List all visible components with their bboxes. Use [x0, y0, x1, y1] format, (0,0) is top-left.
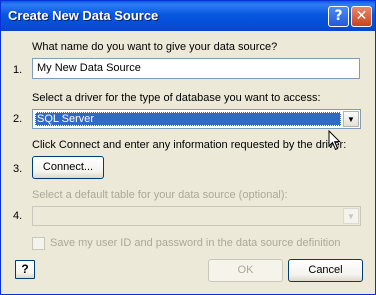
question-mark-icon: ? — [334, 8, 343, 24]
save-credentials-label: Save my user ID and password in the data… — [50, 237, 341, 249]
window-title: Create New Data Source — [8, 8, 159, 23]
default-table-dropdown-arrow[interactable]: ▼ — [343, 208, 359, 224]
chevron-down-icon: ▼ — [347, 115, 355, 124]
title-close-button[interactable]: ✕ — [351, 6, 372, 27]
step-3-number: 3. — [13, 163, 23, 175]
data-source-name-input[interactable]: My New Data Source — [32, 58, 360, 79]
title-bar[interactable]: Create New Data Source ? ✕ — [1, 1, 375, 31]
question-mark-icon: ? — [21, 262, 29, 276]
data-source-name-value: My New Data Source — [37, 62, 141, 74]
close-icon: ✕ — [355, 8, 368, 24]
step-4-number: 4. — [13, 210, 23, 222]
default-table-select[interactable]: ▼ — [32, 206, 361, 226]
help-button[interactable]: ? — [15, 260, 35, 279]
driver-selected-value: SQL Server — [35, 112, 341, 126]
driver-select[interactable]: SQL Server ▼ — [32, 109, 361, 129]
step-2-number: 2. — [13, 113, 23, 125]
cancel-button[interactable]: Cancel — [288, 259, 363, 282]
driver-prompt: Select a driver for the type of database… — [32, 92, 321, 104]
driver-dropdown-arrow[interactable]: ▼ — [343, 111, 359, 127]
connect-button[interactable]: Connect... — [32, 156, 104, 179]
name-prompt: What name do you want to give your data … — [32, 41, 278, 53]
create-new-data-source-dialog: Create New Data Source ? ✕ What name do … — [0, 0, 376, 295]
chevron-down-icon: ▼ — [347, 212, 355, 221]
step-1-number: 1. — [13, 64, 23, 76]
save-credentials-checkbox[interactable] — [32, 237, 45, 250]
default-table-prompt: Select a default table for your data sou… — [32, 189, 288, 201]
mouse-pointer-icon — [328, 130, 341, 151]
connect-prompt: Click Connect and enter any information … — [32, 139, 347, 151]
title-help-button[interactable]: ? — [328, 6, 349, 27]
ok-button[interactable]: OK — [208, 259, 283, 282]
